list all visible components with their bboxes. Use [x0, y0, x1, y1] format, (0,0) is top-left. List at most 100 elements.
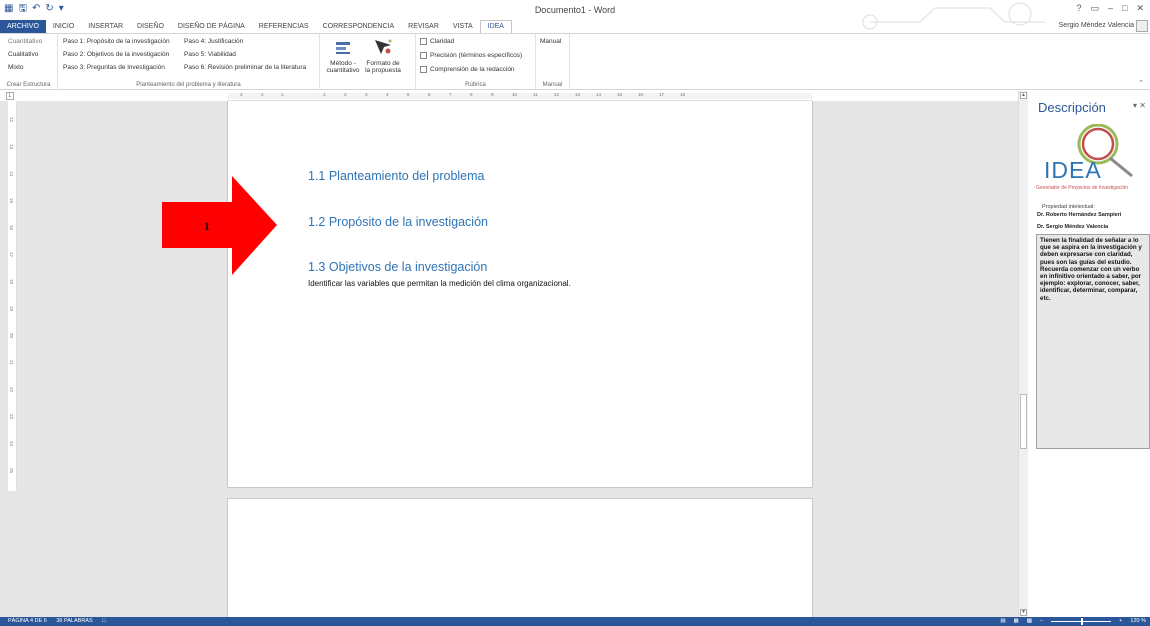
paso-6-button[interactable]: Paso 6: Revisión preliminar de la litera… — [184, 64, 306, 71]
ruler-tick: 10 — [512, 92, 518, 97]
ruler-tick: 14 — [596, 92, 602, 97]
tab-diseno[interactable]: DISEÑO — [130, 20, 171, 33]
scrollbar-thumb[interactable] — [1020, 394, 1027, 449]
ribbon-tabs: ARCHIVO INICIO INSERTAR DISEÑO DISEÑO DE… — [0, 20, 1150, 33]
ruler-tick: 3 — [240, 92, 243, 97]
manual-button[interactable]: Manual — [540, 38, 561, 45]
ruler-tick: 22 — [9, 386, 15, 393]
avatar[interactable] — [1136, 20, 1148, 32]
tab-insertar[interactable]: INSERTAR — [81, 20, 130, 33]
ruler-track — [228, 93, 812, 99]
group-rubrica: Claridad Precisión (términos específicos… — [416, 34, 536, 90]
ruler-tick: 17 — [659, 92, 665, 97]
ruler-tick: 9 — [491, 92, 494, 97]
author-2: Dr. Sergio Méndez Valencia — [1037, 224, 1109, 230]
formato-propuesta-button[interactable]: Formato de la propuesta — [364, 36, 402, 74]
precision-label: Precisión (términos específicos) — [430, 52, 523, 59]
cuantitativo-button[interactable]: Cuantitativo — [8, 38, 42, 45]
ruler-tick: 13 — [575, 92, 581, 97]
description-pane: Descripción ▾ ✕ IDEA Generador de Proyec… — [1030, 91, 1150, 617]
idea-logo-text: IDEA — [1044, 157, 1102, 183]
ruler-tick: 1 — [281, 92, 284, 97]
heading-objetivos[interactable]: 1.3 Objetivos de la investigación — [308, 260, 487, 274]
heading-proposito[interactable]: 1.2 Propósito de la investigación — [308, 215, 488, 229]
metodo-cuantitativo-button[interactable]: Método - cuantitativo — [324, 36, 362, 74]
proofing-icon[interactable]: □ — [102, 618, 105, 624]
read-mode-icon[interactable]: ▤ — [1000, 618, 1005, 624]
zoom-level[interactable]: 120 % — [1130, 618, 1146, 624]
document-page[interactable]: 1.1 Planteamiento del problema 1.2 Propó… — [227, 101, 813, 488]
mixto-button[interactable]: Mixto — [8, 64, 24, 71]
paso-5-button[interactable]: Paso 5: Viabilidad — [184, 51, 236, 58]
title-bar: ▦ 🖫 ↶ ↻ ▾ Documento1 - Word ? ▭ – □ ✕ — [0, 0, 1150, 30]
objetivo-paragraph[interactable]: Identificar las variables que permitan l… — [308, 279, 571, 288]
document-canvas[interactable]: 12 13 14 15 16 17 18 19 20 21 22 23 24 2… — [0, 101, 1018, 617]
scroll-up-icon[interactable]: ▲ — [1020, 92, 1027, 99]
group-manual: Manual Manual — [536, 34, 570, 90]
zoom-in-icon[interactable]: + — [1119, 618, 1122, 624]
minimize-button[interactable]: – — [1108, 3, 1113, 14]
ruler-tick: 12 — [554, 92, 560, 97]
horizontal-ruler[interactable]: 3 2 1 1 2 3 4 5 6 7 8 9 10 11 12 13 14 1… — [228, 91, 812, 101]
vertical-ruler[interactable]: 12 13 14 15 16 17 18 19 20 21 22 23 24 2… — [8, 101, 17, 491]
checkbox-box[interactable] — [420, 52, 427, 59]
ruler-tick: 18 — [9, 278, 15, 285]
tab-idea[interactable]: IDEA — [479, 20, 512, 33]
heading-planteamiento[interactable]: 1.1 Planteamiento del problema — [308, 169, 485, 183]
zoom-out-icon[interactable]: − — [1040, 618, 1043, 624]
ruler-tick: 18 — [680, 92, 686, 97]
document-page-next[interactable] — [227, 498, 813, 617]
collapse-ribbon-icon[interactable]: ⌃ — [1138, 79, 1144, 87]
ruler-tick: 14 — [9, 170, 15, 177]
web-layout-icon[interactable]: ▩ — [1027, 618, 1032, 624]
ruler-tick: 1 — [323, 92, 326, 97]
precision-checkbox[interactable]: Precisión (términos específicos) — [420, 52, 522, 59]
paso-3-button[interactable]: Paso 3: Preguntas de investigación — [63, 64, 165, 71]
annotation-number: 1 — [204, 219, 210, 233]
tab-selector[interactable]: L — [6, 92, 14, 100]
tab-revisar[interactable]: REVISAR — [401, 20, 446, 33]
paso-4-button[interactable]: Paso 4: Justificación — [184, 38, 243, 45]
tab-archivo[interactable]: ARCHIVO — [0, 20, 46, 33]
group-planteamiento: Paso 1: Propósito de la investigación Pa… — [58, 34, 320, 90]
maximize-button[interactable]: □ — [1122, 3, 1127, 14]
close-button[interactable]: ✕ — [1136, 3, 1144, 14]
description-text[interactable]: Tienen la finalidad de señalar a lo que … — [1036, 234, 1150, 449]
vertical-scrollbar[interactable]: ▲ ▼ — [1018, 91, 1028, 617]
red-arrow-annotation — [162, 176, 277, 275]
user-name[interactable]: Sergio Méndez Valencia — [1059, 22, 1134, 29]
checkbox-box[interactable] — [420, 66, 427, 73]
print-layout-icon[interactable]: ▦ — [1014, 618, 1019, 624]
help-button[interactable]: ? — [1076, 3, 1081, 14]
tab-diseno-pagina[interactable]: DISEÑO DE PÁGINA — [171, 20, 252, 33]
paso-2-button[interactable]: Paso 2: Objetivos de la investigación — [63, 51, 169, 58]
cualitativo-button[interactable]: Cualitativo — [8, 51, 38, 58]
paso-1-button[interactable]: Paso 1: Propósito de la investigación — [63, 38, 170, 45]
tab-referencias[interactable]: REFERENCIAS — [252, 20, 316, 33]
group-label: Rúbrica — [465, 82, 486, 88]
ruler-tick: 17 — [9, 251, 15, 258]
ruler-tick: 16 — [9, 224, 15, 231]
scroll-down-icon[interactable]: ▼ — [1020, 609, 1027, 616]
checkbox-box[interactable] — [420, 38, 427, 45]
pane-title: Descripción — [1038, 100, 1106, 115]
ruler-tick: 16 — [638, 92, 644, 97]
group-metodo: Método - cuantitativo Formato de la prop… — [320, 34, 416, 90]
page-count[interactable]: PÁGINA 4 DE 6 — [8, 618, 47, 624]
comprension-checkbox[interactable]: Comprensión de la redacción — [420, 66, 515, 73]
tab-correspondencia[interactable]: CORRESPONDENCIA — [316, 20, 402, 33]
word-count[interactable]: 36 PALABRAS — [56, 618, 92, 624]
claridad-label: Claridad — [430, 38, 455, 45]
ruler-tick: 25 — [9, 467, 15, 474]
tab-vista[interactable]: VISTA — [446, 20, 480, 33]
ruler-tick: 4 — [386, 92, 389, 97]
zoom-slider[interactable] — [1051, 617, 1112, 625]
tab-inicio[interactable]: INICIO — [46, 20, 81, 33]
group-label: Planteamiento del problema y literatura — [136, 82, 241, 88]
ruler-tick: 11 — [533, 92, 538, 97]
ribbon-display-button[interactable]: ▭ — [1090, 3, 1099, 14]
comprension-label: Comprensión de la redacción — [430, 66, 515, 73]
zoom-slider-thumb[interactable] — [1081, 617, 1084, 625]
claridad-checkbox[interactable]: Claridad — [420, 38, 454, 45]
pane-close-icon[interactable]: ▾ ✕ — [1133, 101, 1146, 110]
